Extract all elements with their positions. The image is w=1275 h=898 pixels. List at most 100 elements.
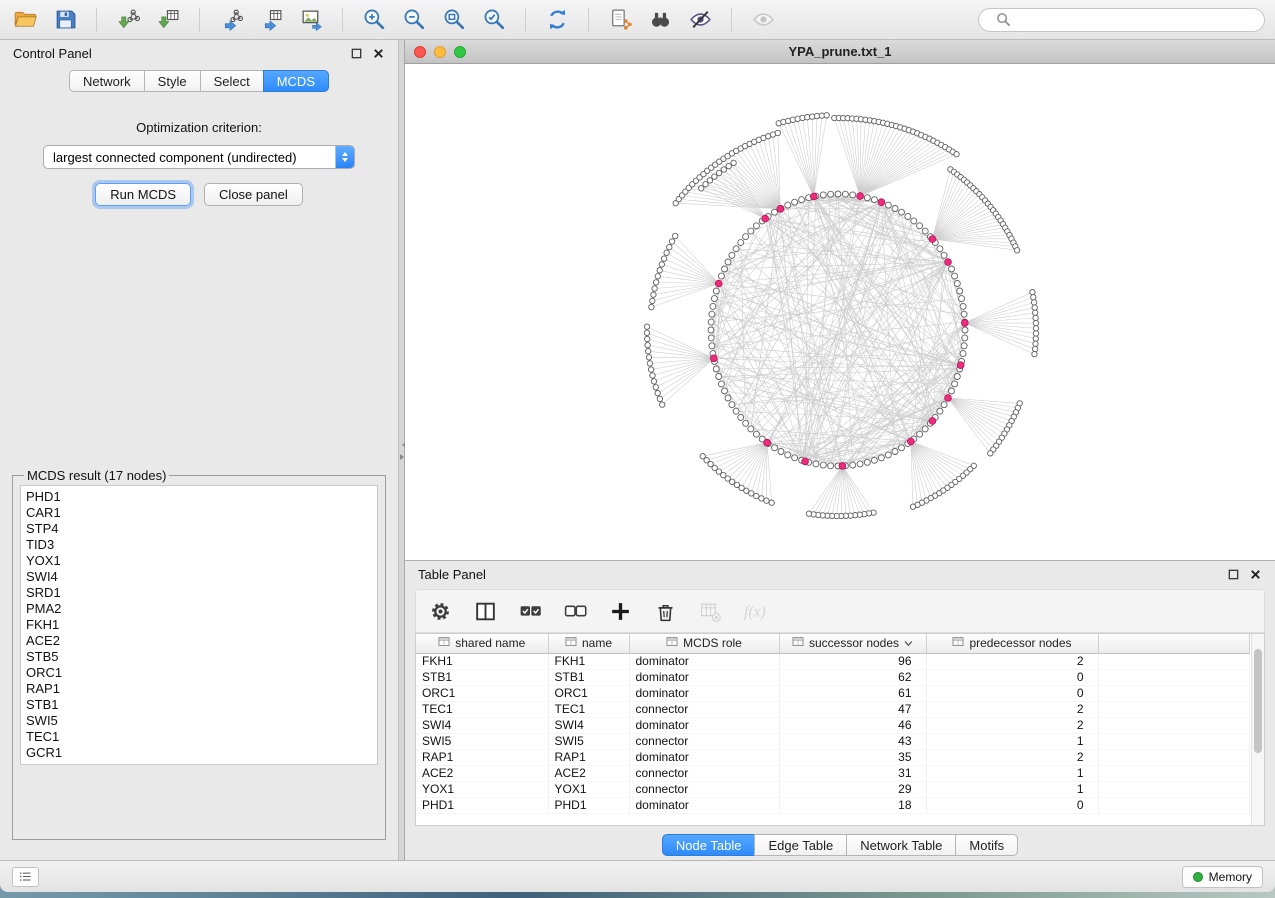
close-panel-button[interactable]: Close panel <box>204 183 303 206</box>
table-row[interactable]: FKH1FKH1dominator962 <box>416 653 1250 669</box>
cell-predecessor-nodes: 0 <box>926 669 1098 685</box>
tab-style[interactable]: Style <box>144 70 201 92</box>
export-image-icon[interactable] <box>296 5 326 35</box>
zoom-in-icon[interactable] <box>359 5 389 35</box>
column-header-successor-nodes[interactable]: successor nodes <box>779 634 926 653</box>
tab-select[interactable]: Select <box>200 70 264 92</box>
table-row[interactable]: ACE2ACE2connector311 <box>416 765 1250 781</box>
result-node-item[interactable]: TID3 <box>26 537 372 553</box>
result-node-item[interactable]: TEC1 <box>26 729 372 745</box>
zoom-fit-icon[interactable] <box>439 5 469 35</box>
result-node-item[interactable]: STP4 <box>26 521 372 537</box>
column-header-predecessor-nodes[interactable]: predecessor nodes <box>926 634 1098 653</box>
cell-MCDS-role: connector <box>629 701 779 717</box>
cell-predecessor-nodes: 1 <box>926 733 1098 749</box>
close-table-panel-icon[interactable] <box>1249 568 1262 581</box>
import-network-icon[interactable] <box>113 5 143 35</box>
tab-node-table[interactable]: Node Table <box>662 834 756 856</box>
table-scrollbar[interactable] <box>1251 634 1264 825</box>
table-row[interactable]: SWI4SWI4dominator462 <box>416 717 1250 733</box>
mcds-result-list[interactable]: PHD1CAR1STP4TID3YOX1SWI4SRD1PMA2FKH1ACE2… <box>20 485 378 765</box>
cell-shared-name: ORC1 <box>416 685 548 701</box>
result-node-item[interactable]: CAR1 <box>26 505 372 521</box>
tab-network-table[interactable]: Network Table <box>846 834 956 856</box>
result-node-item[interactable]: STB5 <box>26 649 372 665</box>
result-node-item[interactable]: RAP1 <box>26 681 372 697</box>
zoom-out-icon[interactable] <box>399 5 429 35</box>
run-mcds-button[interactable]: Run MCDS <box>95 183 191 206</box>
result-node-item[interactable]: PMA2 <box>26 601 372 617</box>
import-table-icon[interactable] <box>153 5 183 35</box>
table-row[interactable]: PHD1PHD1dominator180 <box>416 797 1250 813</box>
result-node-item[interactable]: PHD1 <box>26 489 372 505</box>
table-row[interactable]: YOX1YOX1connector291 <box>416 781 1250 797</box>
graphics-details-icon[interactable] <box>685 5 715 35</box>
result-node-item[interactable]: GCR1 <box>26 745 372 761</box>
deselect-all-icon[interactable] <box>560 596 590 626</box>
cell-name: SWI4 <box>548 717 629 733</box>
tab-motifs[interactable]: Motifs <box>955 834 1018 856</box>
table-row[interactable]: STB1STB1dominator620 <box>416 669 1250 685</box>
result-node-item[interactable]: YOX1 <box>26 553 372 569</box>
ui-settings-button[interactable] <box>12 867 39 887</box>
vertical-splitter[interactable] <box>398 40 405 860</box>
table-row[interactable]: TEC1TEC1connector472 <box>416 701 1250 717</box>
cell-successor-nodes: 35 <box>779 749 926 765</box>
column-sort-icon <box>438 636 450 650</box>
document-share-icon[interactable] <box>605 5 635 35</box>
refresh-layout-icon[interactable] <box>542 5 572 35</box>
toolbar-separator <box>199 8 200 32</box>
tab-edge-table[interactable]: Edge Table <box>754 834 847 856</box>
cell-shared-name: SWI4 <box>416 717 548 733</box>
table-row[interactable]: ORC1ORC1dominator610 <box>416 685 1250 701</box>
cell-shared-name: YOX1 <box>416 781 548 797</box>
cell-successor-nodes: 61 <box>779 685 926 701</box>
float-table-panel-icon[interactable] <box>1227 568 1240 581</box>
select-all-icon[interactable] <box>515 596 545 626</box>
result-node-item[interactable]: STB1 <box>26 697 372 713</box>
cell-MCDS-role: dominator <box>629 669 779 685</box>
result-node-item[interactable]: SRD1 <box>26 585 372 601</box>
toolbar-separator <box>588 8 589 32</box>
columns-icon[interactable] <box>470 596 500 626</box>
toolbar-separator <box>96 8 97 32</box>
result-node-item[interactable]: FKH1 <box>26 617 372 633</box>
search-icon <box>988 5 1018 35</box>
criterion-dropdown[interactable]: largest connected component (undirected) <box>43 145 355 169</box>
column-header-name[interactable]: name <box>548 634 629 653</box>
result-node-item[interactable]: ACE2 <box>26 633 372 649</box>
save-icon[interactable] <box>50 5 80 35</box>
open-folder-icon[interactable] <box>10 5 40 35</box>
export-network-icon[interactable] <box>216 5 246 35</box>
column-sort-icon <box>952 636 964 650</box>
find-binoculars-icon[interactable] <box>645 5 675 35</box>
window-close-button[interactable] <box>414 46 426 58</box>
table-row[interactable]: RAP1RAP1dominator352 <box>416 749 1250 765</box>
float-panel-icon[interactable] <box>350 47 363 60</box>
tab-network[interactable]: Network <box>69 70 145 92</box>
delete-row-icon[interactable] <box>650 596 680 626</box>
result-node-item[interactable]: ORC1 <box>26 665 372 681</box>
table-row[interactable]: SWI5SWI5connector431 <box>416 733 1250 749</box>
settings-icon[interactable] <box>425 596 455 626</box>
result-node-item[interactable]: SWI5 <box>26 713 372 729</box>
memory-button[interactable]: Memory <box>1182 866 1263 888</box>
close-panel-icon[interactable] <box>372 47 385 60</box>
scrollbar-thumb[interactable] <box>1254 649 1262 753</box>
table-panel-title: Table Panel <box>418 567 486 582</box>
network-canvas[interactable] <box>405 64 1275 560</box>
node-table: shared namenameMCDS rolesuccessor nodesp… <box>415 633 1265 826</box>
export-table-icon[interactable] <box>256 5 286 35</box>
search-input[interactable] <box>1024 13 1255 27</box>
window-minimize-button[interactable] <box>434 46 446 58</box>
column-header-filler <box>1098 634 1250 653</box>
add-row-icon[interactable] <box>605 596 635 626</box>
zoom-selected-icon[interactable] <box>479 5 509 35</box>
column-header-shared-name[interactable]: shared name <box>416 634 548 653</box>
result-node-item[interactable]: SWI4 <box>26 569 372 585</box>
cell-predecessor-nodes: 1 <box>926 781 1098 797</box>
tab-mcds[interactable]: MCDS <box>263 70 329 92</box>
window-zoom-button[interactable] <box>454 46 466 58</box>
search-box[interactable] <box>978 8 1265 32</box>
column-header-MCDS-role[interactable]: MCDS role <box>629 634 779 653</box>
